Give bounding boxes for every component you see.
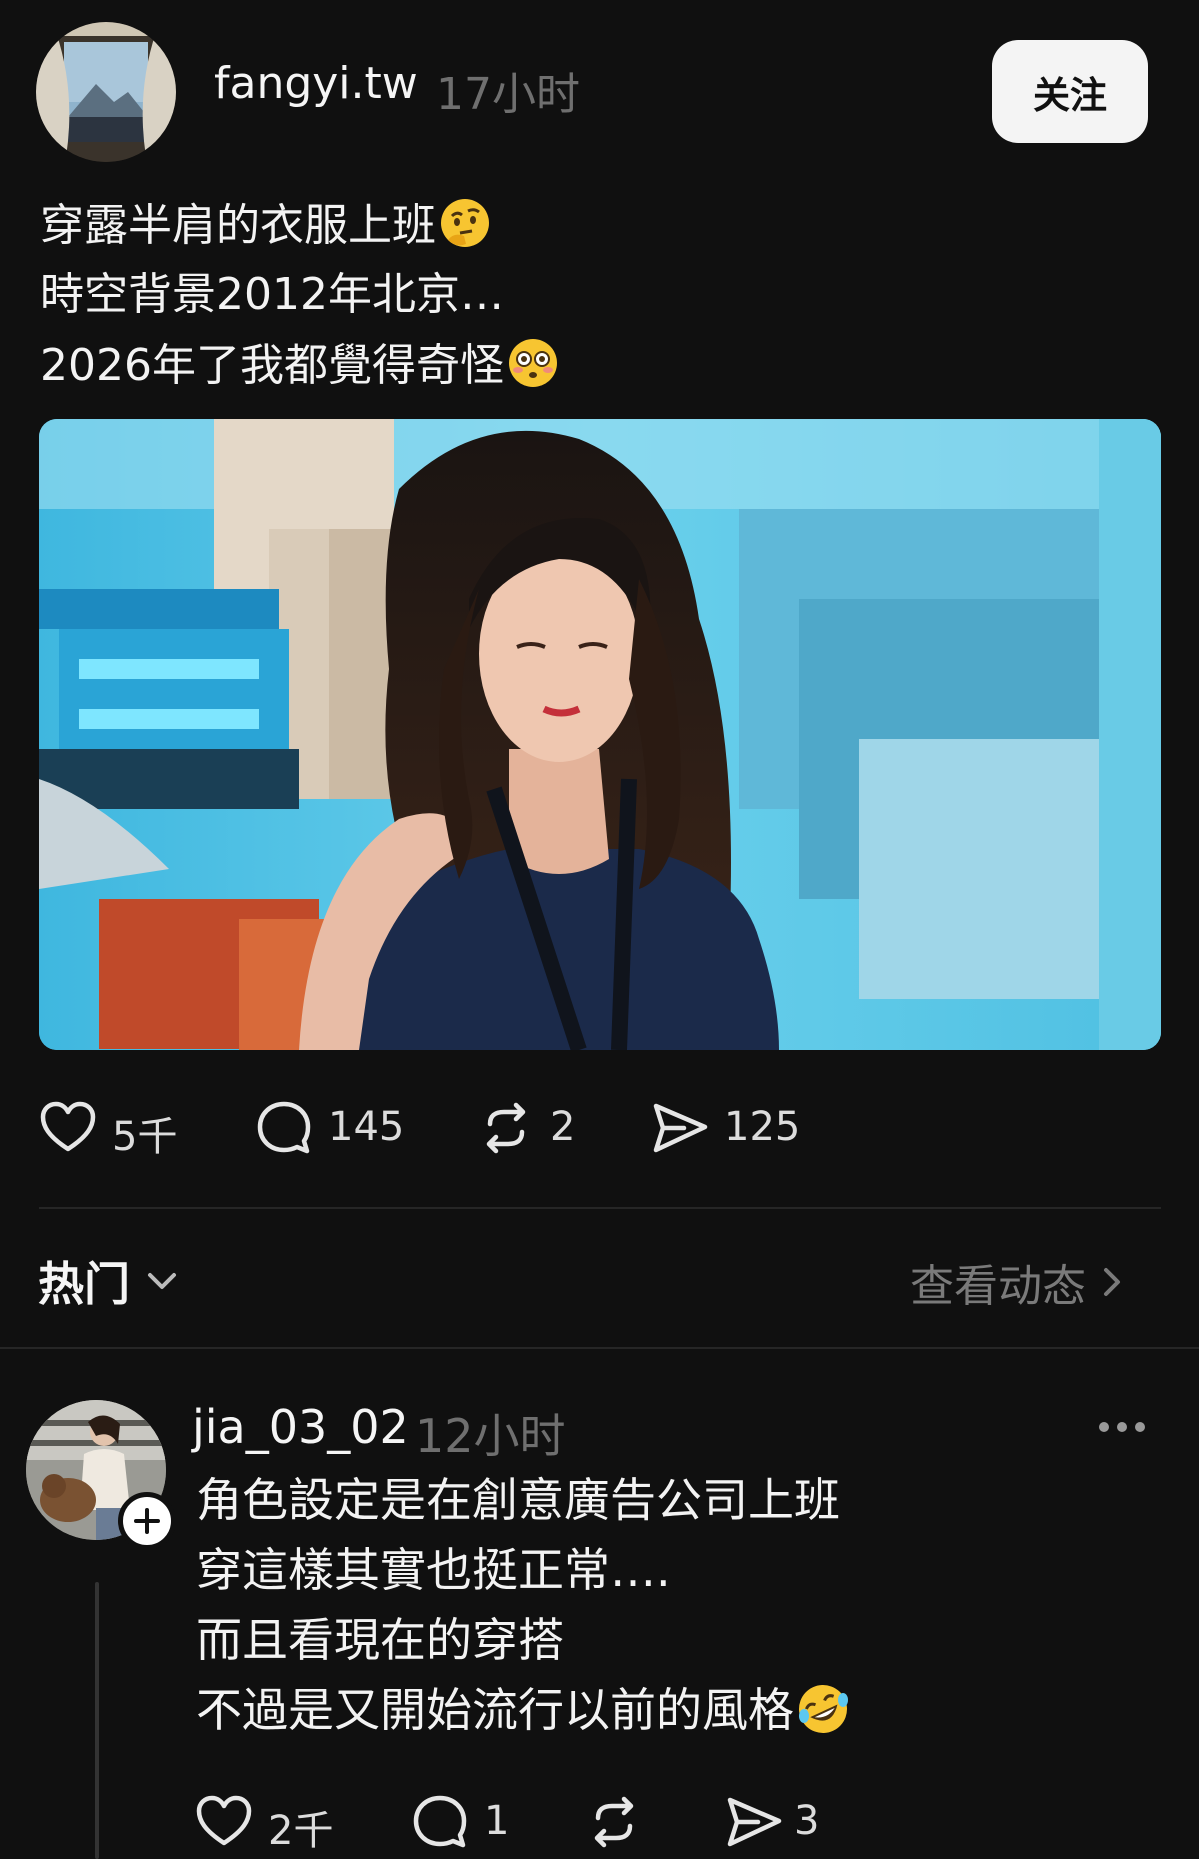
more-options-icon[interactable] — [1096, 1412, 1148, 1442]
sort-label: 热门 — [38, 1257, 130, 1311]
repost-icon[interactable] — [476, 1098, 536, 1158]
post-photo[interactable] — [39, 419, 1161, 1050]
author-username[interactable]: fangyi.tw — [214, 58, 418, 109]
thread-line — [95, 1582, 99, 1859]
plus-icon — [134, 1508, 160, 1534]
share-count: 125 — [724, 1104, 801, 1150]
comment-count: 145 — [328, 1104, 405, 1150]
view-activity-link[interactable]: 查看动态 — [910, 1250, 1132, 1314]
like-count: 5千 — [112, 1114, 178, 1160]
reply-text-line-4: 不過是又開始流行以前的風格 — [196, 1680, 850, 1740]
post-text-line-1: 穿露半肩的衣服上班 — [40, 196, 492, 255]
follow-button[interactable]: 关注 — [992, 40, 1148, 143]
post-text-line-2: 時空背景2012年北京… — [40, 269, 504, 320]
reply-text: 不過是又開始流行以前的風格 — [196, 1683, 794, 1737]
reply-text-line-2: 穿這樣其實也挺正常…. — [196, 1543, 671, 1597]
reply-username[interactable]: jia_03_02 — [192, 1400, 409, 1454]
divider — [0, 1347, 1199, 1349]
author-avatar[interactable] — [36, 22, 176, 162]
reply-time: 12小时 — [415, 1409, 566, 1463]
post-text: 2026年了我都覺得奇怪 — [40, 340, 504, 391]
view-activity-label: 查看动态 — [910, 1261, 1086, 1312]
comment-icon[interactable] — [254, 1098, 314, 1158]
post-text-line-3: 2026年了我都覺得奇怪 — [40, 336, 560, 395]
sort-dropdown[interactable]: 热门 — [38, 1248, 182, 1314]
reply-comment-count: 1 — [484, 1798, 510, 1844]
reply-like-count: 2千 — [268, 1808, 334, 1854]
office-scene-image — [39, 419, 1161, 1050]
repost-count: 2 — [550, 1104, 576, 1150]
reply-share-icon[interactable] — [724, 1792, 784, 1852]
reply-share-count: 3 — [794, 1798, 820, 1844]
follow-reply-author-button[interactable] — [118, 1492, 176, 1550]
reply-repost-icon[interactable] — [584, 1792, 644, 1852]
post-text: 穿露半肩的衣服上班 — [40, 200, 436, 251]
rolling-on-floor-laughing-icon — [799, 1685, 848, 1733]
like-icon[interactable] — [38, 1098, 98, 1158]
chevron-right-icon — [1104, 1268, 1120, 1296]
share-icon[interactable] — [650, 1098, 710, 1158]
flushed-face-icon — [508, 339, 557, 387]
chevron-down-icon — [148, 1273, 176, 1289]
reply-text-line-1: 角色設定是在創意廣告公司上班 — [196, 1473, 840, 1527]
reply-text-line-3: 而且看現在的穿搭 — [196, 1613, 564, 1667]
thinking-face-icon — [441, 199, 489, 247]
post-time: 17小时 — [436, 69, 580, 120]
divider — [39, 1207, 1161, 1209]
reply-like-icon[interactable] — [194, 1792, 254, 1852]
reply-comment-icon[interactable] — [410, 1792, 470, 1852]
